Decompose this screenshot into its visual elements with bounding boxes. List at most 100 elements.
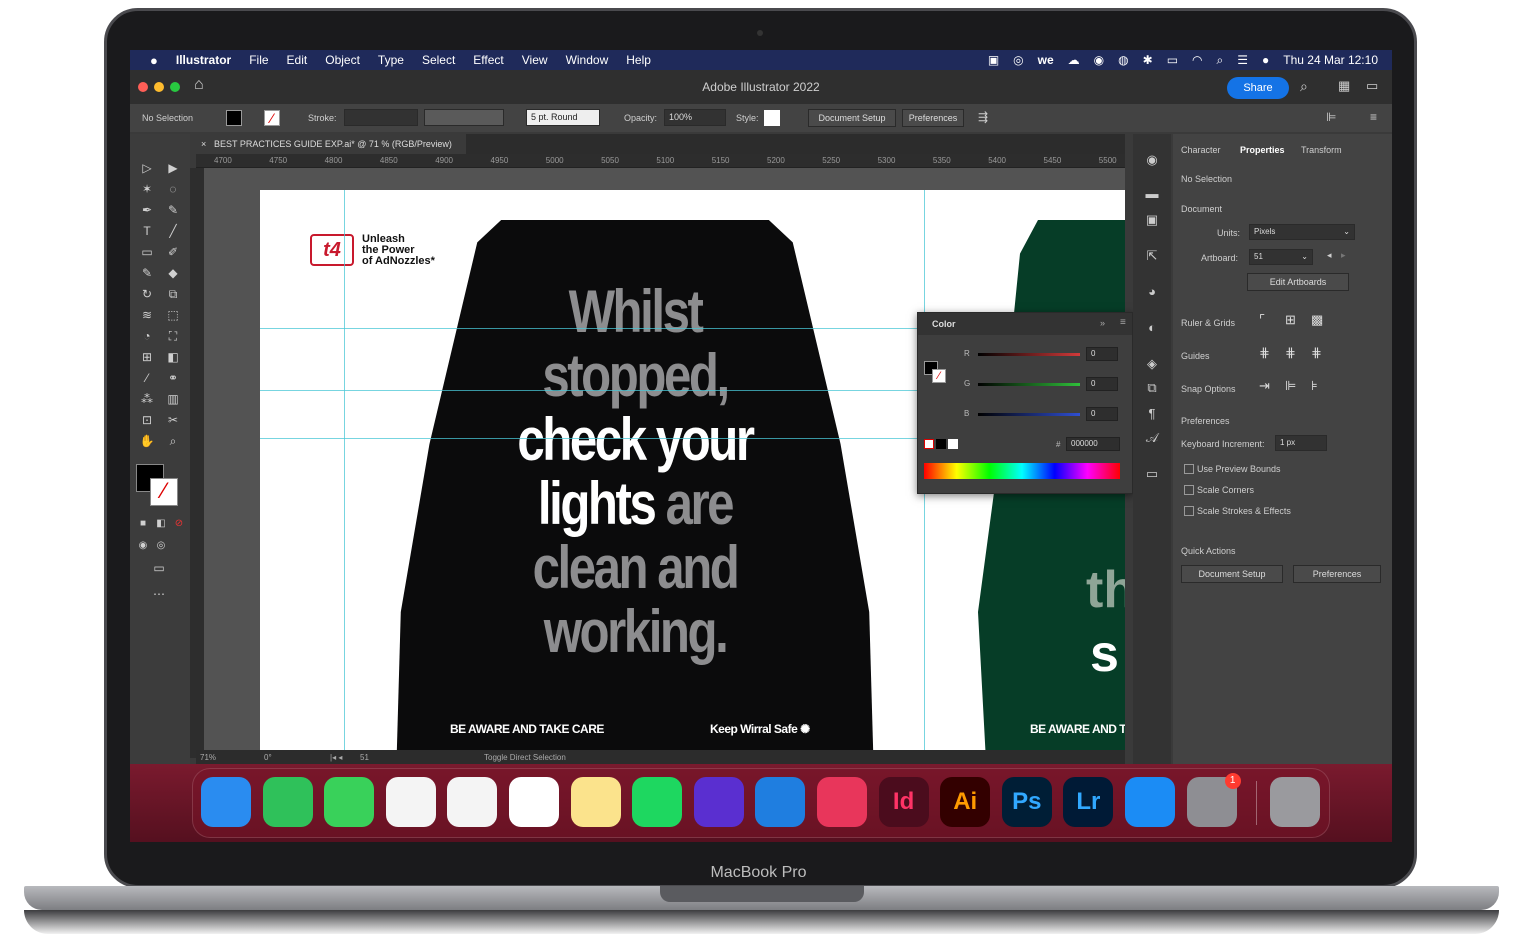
zoom-level[interactable]: 71%: [200, 753, 216, 762]
gradient-mode-icon[interactable]: ◧: [152, 516, 170, 532]
red-slider[interactable]: [978, 353, 1080, 356]
creative-cloud-icon[interactable]: [817, 777, 867, 827]
share-button[interactable]: Share: [1227, 77, 1289, 99]
menu-type[interactable]: Type: [378, 53, 404, 67]
snap-to-pixel-icon[interactable]: ⊫: [1285, 378, 1296, 394]
appearance-panel-icon[interactable]: ▭: [1143, 466, 1161, 482]
chrome-icon[interactable]: [447, 777, 498, 827]
artboard-number[interactable]: 51: [360, 753, 369, 762]
finder-icon[interactable]: [201, 777, 251, 827]
shape-builder-icon[interactable]: ◔: [138, 328, 156, 344]
slice-tool-icon[interactable]: ✂: [164, 412, 182, 428]
artboard-select[interactable]: 51 ⌄: [1249, 249, 1313, 265]
menu-effect[interactable]: Effect: [473, 53, 503, 67]
status-icon-play[interactable]: ◉: [1094, 53, 1104, 67]
keyboard-increment-field[interactable]: 1 px: [1275, 435, 1327, 451]
status-icon-we[interactable]: we: [1038, 53, 1054, 67]
preferences-button[interactable]: Preferences: [902, 109, 964, 127]
blue-value-field[interactable]: 0: [1086, 407, 1118, 421]
arrange-documents-icon[interactable]: ▭: [1366, 78, 1378, 94]
eyedropper-icon[interactable]: ⁄: [138, 370, 156, 386]
swatches-panel-icon[interactable]: ◕: [1143, 284, 1161, 300]
quick-preferences-button[interactable]: Preferences: [1293, 565, 1381, 583]
paintbrush-icon[interactable]: ✐: [164, 244, 182, 260]
previous-artboard-icon[interactable]: ◂: [1327, 250, 1332, 261]
menu-illustrator[interactable]: Illustrator: [176, 53, 231, 67]
draw-mode-icon[interactable]: ◉: [134, 538, 152, 554]
draw-behind-icon[interactable]: ◎: [152, 538, 170, 554]
color-mode-icon[interactable]: ■: [134, 516, 152, 532]
free-transform-icon[interactable]: ⬚: [164, 307, 182, 323]
tab-transform[interactable]: Transform: [1301, 145, 1342, 155]
use-preview-bounds-checkbox[interactable]: [1184, 464, 1194, 474]
magic-wand-icon[interactable]: ✶: [138, 181, 156, 197]
curvature-tool-icon[interactable]: ✎: [164, 202, 182, 218]
live-paint-icon[interactable]: ⛶: [164, 328, 182, 344]
libraries-panel-icon[interactable]: ▣: [1143, 212, 1161, 228]
direct-selection-tool-icon[interactable]: ▶: [164, 160, 182, 176]
layers-panel-icon[interactable]: ◈: [1143, 356, 1161, 372]
hex-field[interactable]: 000000: [1066, 437, 1120, 451]
spotify-icon[interactable]: [632, 777, 683, 827]
none-swatch[interactable]: [924, 439, 934, 449]
fill-swatch[interactable]: [226, 110, 242, 126]
green-slider[interactable]: [978, 383, 1080, 386]
trash-icon[interactable]: [1270, 777, 1321, 827]
shaper-tool-icon[interactable]: ✎: [138, 265, 156, 281]
opacity-field[interactable]: 100%: [664, 109, 726, 126]
scale-corners-checkbox[interactable]: [1184, 485, 1194, 495]
search-icon[interactable]: ⌕: [1217, 53, 1224, 68]
rotation-value[interactable]: 0°: [264, 753, 272, 762]
eraser-icon[interactable]: ◆: [164, 265, 182, 281]
align-icon[interactable]: ⊫: [1326, 110, 1336, 124]
menu-view[interactable]: View: [522, 53, 548, 67]
smart-guides-icon[interactable]: ⋕: [1311, 345, 1322, 361]
hand-tool-icon[interactable]: ✋: [138, 433, 156, 449]
color-panel-collapse-icon[interactable]: »: [1100, 318, 1105, 328]
white-swatch[interactable]: [948, 439, 958, 449]
scale-tool-icon[interactable]: ⧉: [164, 286, 182, 302]
trello-icon[interactable]: [755, 777, 806, 827]
search-icon[interactable]: ⌕: [1300, 78, 1308, 95]
close-tab-icon[interactable]: ×: [201, 134, 206, 154]
nozzle-shape-black[interactable]: Whilst stopped, check your lights are cl…: [396, 220, 874, 758]
control-center-icon[interactable]: ☰: [1237, 53, 1248, 67]
color-panel[interactable]: Color » ≡ ⁄ R 0 G 0 B 0 # 000000: [917, 312, 1133, 494]
stroke-weight-field[interactable]: [344, 109, 418, 126]
stroke-swatch[interactable]: ⁄: [264, 110, 280, 126]
brush-definition-field[interactable]: 5 pt. Round: [526, 109, 600, 126]
facetime-icon[interactable]: [262, 777, 313, 827]
next-artboard-icon[interactable]: ▸: [1341, 250, 1346, 261]
units-select[interactable]: Pixels ⌄: [1249, 224, 1355, 240]
arrange-icon[interactable]: ⇶: [978, 110, 988, 124]
tab-properties[interactable]: Properties: [1240, 145, 1285, 155]
menu-select[interactable]: Select: [422, 53, 455, 67]
indesign-icon[interactable]: Id: [878, 777, 929, 827]
blend-tool-icon[interactable]: ⚭: [164, 370, 182, 386]
menu-object[interactable]: Object: [325, 53, 360, 67]
apple-menu-icon[interactable]: ●: [150, 53, 158, 68]
graph-tool-icon[interactable]: ▥: [164, 391, 182, 407]
show-guides-icon[interactable]: ⋕: [1259, 345, 1270, 361]
edit-artboards-button[interactable]: Edit Artboards: [1247, 273, 1349, 291]
artboard-tool-icon[interactable]: ⊡: [138, 412, 156, 428]
export-panel-icon[interactable]: ⇱: [1143, 248, 1161, 264]
illustrator-icon[interactable]: Ai: [940, 777, 991, 827]
snap-to-glyph-icon[interactable]: ⊧: [1311, 378, 1318, 394]
stroke-color-box[interactable]: ⁄: [150, 478, 178, 506]
rectangle-tool-icon[interactable]: ▭: [138, 244, 156, 260]
quick-document-setup-button[interactable]: Document Setup: [1181, 565, 1283, 583]
snap-to-point-icon[interactable]: ⇥: [1259, 378, 1270, 394]
panel-menu-icon[interactable]: ≡: [1370, 110, 1377, 124]
slack-icon[interactable]: [509, 777, 559, 827]
status-icon-cc[interactable]: ◎: [1013, 53, 1023, 67]
selection-tool-icon[interactable]: ▷: [138, 160, 156, 176]
status-icon-a[interactable]: ▣: [988, 53, 999, 67]
status-icon-fingerprint[interactable]: ◍: [1118, 53, 1128, 67]
battery-icon[interactable]: ▭: [1167, 53, 1178, 67]
mesh-tool-icon[interactable]: ⊞: [138, 349, 156, 365]
color-panel-menu-icon[interactable]: ≡: [1120, 317, 1126, 328]
grid-icon[interactable]: ⊞: [1285, 312, 1296, 328]
color-spectrum[interactable]: [924, 463, 1120, 479]
panel-stroke-swatch[interactable]: ⁄: [932, 369, 946, 383]
